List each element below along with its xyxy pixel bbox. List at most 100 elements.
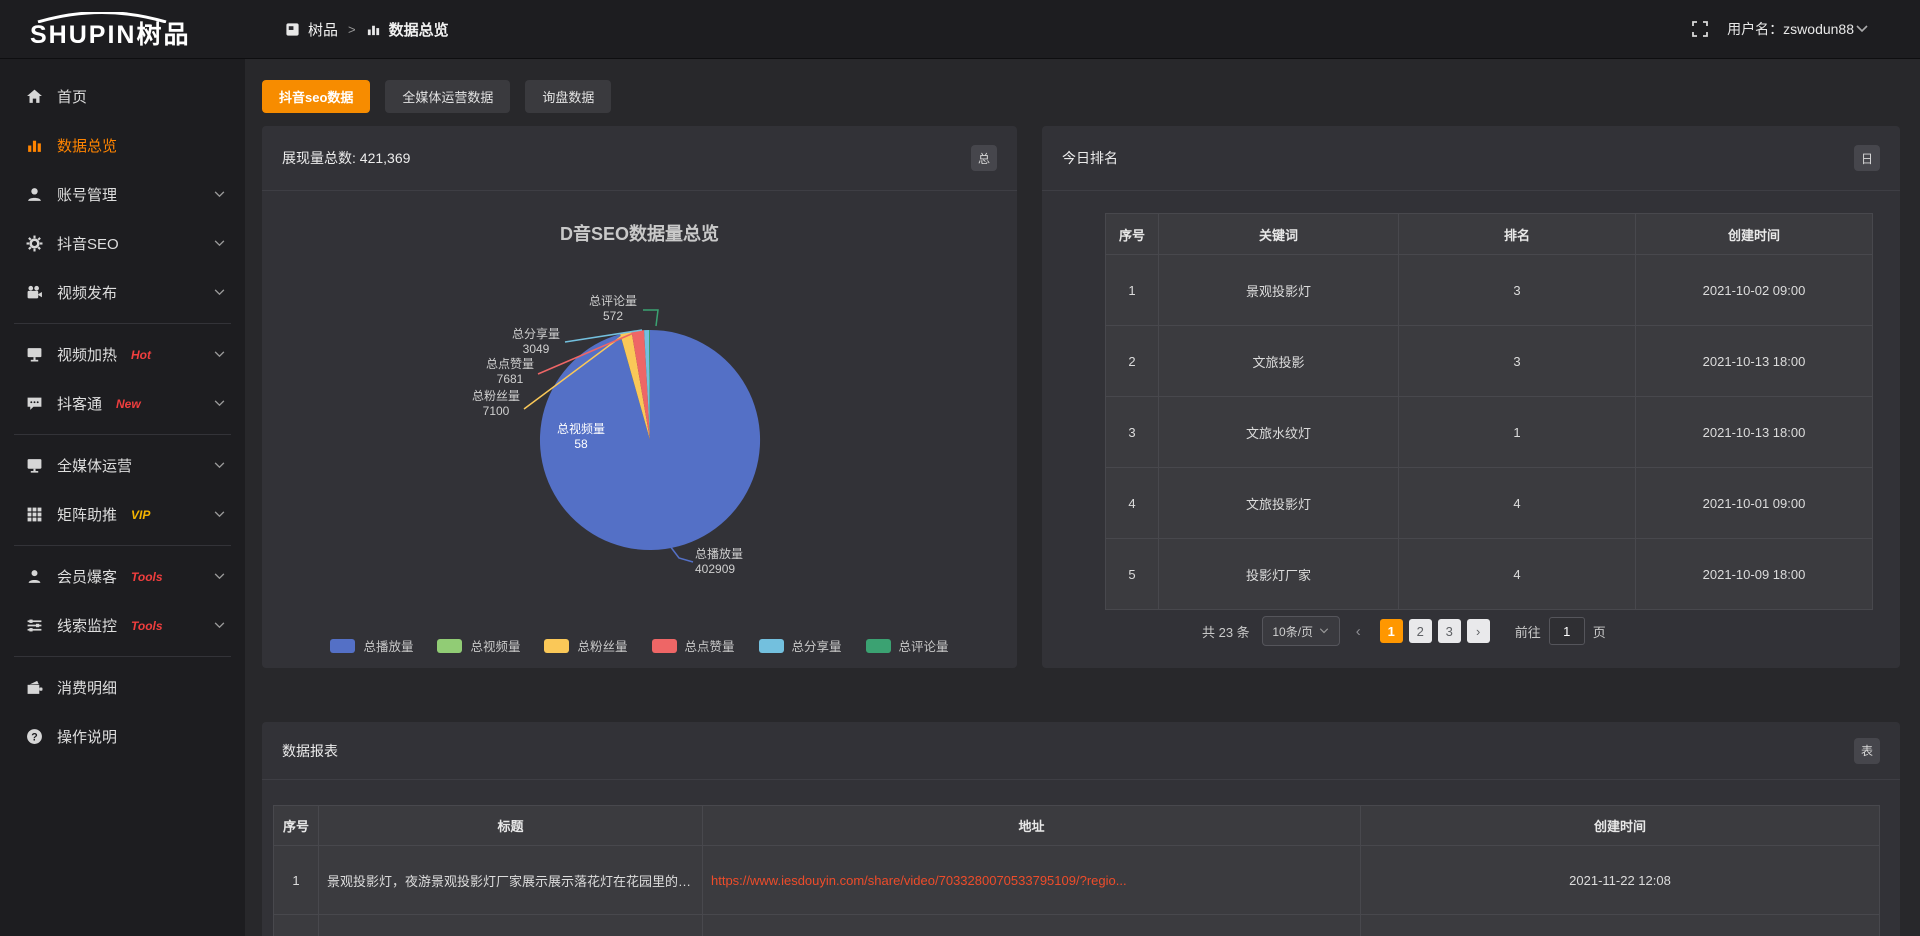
ranking-panel-title: 今日排名 <box>1062 148 1118 168</box>
username-label: 用户名： <box>1727 19 1783 39</box>
sidebar-nav: 首页 数据总览 账号管理 抖音SEO 视频发布 视频加热 Hot 抖客通 New… <box>0 58 245 936</box>
tab-inquiry-data[interactable]: 询盘数据 <box>525 80 611 113</box>
label-total-plays: 总播放量402909 <box>695 547 825 577</box>
legend-item-shares[interactable]: 总分享量 <box>759 636 842 655</box>
legend-swatch <box>759 639 784 653</box>
day-badge[interactable]: 日 <box>1854 145 1880 171</box>
sidebar-divider <box>14 545 231 546</box>
pagination: 共 23 条 10条/页 ‹ 1 2 3 › 前往 1 页 <box>1202 616 1606 646</box>
total-badge[interactable]: 总 <box>971 145 997 171</box>
page-button-1[interactable]: 1 <box>1380 619 1403 643</box>
table-row[interactable]: 5投影灯厂家 42021-10-09 18:00 <box>1106 539 1873 610</box>
sidebar-item-lead-monitor[interactable]: 线索监控 Tools <box>0 601 245 650</box>
table-row[interactable] <box>274 915 1880 936</box>
impressions-total: 展现量总数: 421,369 <box>282 148 410 168</box>
goto-label: 前往 <box>1515 622 1541 641</box>
report-panel-title: 数据报表 <box>282 741 338 761</box>
breadcrumb-root[interactable]: 树品 <box>308 19 338 40</box>
sidebar-item-home[interactable]: 首页 <box>0 72 245 121</box>
data-report-panel: 数据报表 表 序号标题 地址创建时间 1 景观投影灯，夜游景观投影灯厂家展示展示… <box>262 722 1900 936</box>
legend-item-plays[interactable]: 总播放量 <box>330 636 413 655</box>
pie-chart-title: D音SEO数据量总览 <box>262 220 1017 246</box>
page-button-2[interactable]: 2 <box>1409 619 1432 643</box>
hot-tag: Hot <box>131 348 151 362</box>
report-title-cell: 景观投影灯，夜游景观投影灯厂家展示展示落花灯在花园里的灯光投影应用效果 # <box>319 846 703 915</box>
table-header-row: 序号关键词 排名创建时间 <box>1106 214 1873 255</box>
svg-text:?: ? <box>31 731 37 743</box>
table-badge[interactable]: 表 <box>1854 738 1880 764</box>
sidebar-item-label: 操作说明 <box>57 726 117 747</box>
data-tabs: 抖音seo数据 全媒体运营数据 询盘数据 <box>262 80 611 113</box>
report-time-cell: 2021-11-22 12:08 <box>1361 846 1880 915</box>
logo-text: SHUPIN树品 <box>30 23 245 47</box>
sidebar-item-label: 视频加热 <box>57 344 117 365</box>
table-row[interactable]: 2文旅投影 32021-10-13 18:00 <box>1106 326 1873 397</box>
table-row[interactable]: 1景观投影灯 32021-10-02 09:00 <box>1106 255 1873 326</box>
home-icon <box>26 88 43 105</box>
sidebar-divider <box>14 434 231 435</box>
person-icon <box>26 568 43 585</box>
legend-item-videos[interactable]: 总视频量 <box>437 636 520 655</box>
sidebar-item-label: 抖客通 <box>57 393 102 414</box>
goto-page-input[interactable]: 1 <box>1549 617 1585 645</box>
page-button-3[interactable]: 3 <box>1438 619 1461 643</box>
top-header: SHUPIN树品 树品 > 数据总览 用户名： zswodun88 <box>0 0 1920 59</box>
sidebar-divider <box>14 656 231 657</box>
sidebar-item-member-burst[interactable]: 会员爆客 Tools <box>0 552 245 601</box>
app-logo: SHUPIN树品 <box>0 12 245 47</box>
table-row[interactable]: 3文旅水纹灯 12021-10-13 18:00 <box>1106 397 1873 468</box>
report-table: 序号标题 地址创建时间 1 景观投影灯，夜游景观投影灯厂家展示展示落花灯在花园里… <box>273 805 1880 936</box>
legend-item-comments[interactable]: 总评论量 <box>866 636 949 655</box>
today-ranking-panel: 今日排名 日 序号关键词 排名创建时间 1景观投影灯 32021-10-02 0… <box>1042 126 1900 668</box>
sidebar-item-doukeTong[interactable]: 抖客通 New <box>0 379 245 428</box>
tab-douyin-seo-data[interactable]: 抖音seo数据 <box>262 80 370 113</box>
sidebar-item-label: 抖音SEO <box>57 233 119 254</box>
chevron-down-icon <box>214 573 225 580</box>
sidebar-item-label: 消费明细 <box>57 677 117 698</box>
sidebar-item-label: 线索监控 <box>57 615 117 636</box>
gear-icon <box>26 235 43 252</box>
sidebar-item-consumption[interactable]: 消费明细 <box>0 663 245 712</box>
sidebar-item-label: 视频发布 <box>57 282 117 303</box>
table-row[interactable]: 1 景观投影灯，夜游景观投影灯厂家展示展示落花灯在花园里的灯光投影应用效果 # … <box>274 846 1880 915</box>
sidebar-item-account[interactable]: 账号管理 <box>0 170 245 219</box>
breadcrumb: 树品 > 数据总览 <box>285 19 449 40</box>
sidebar-item-douyin-seo[interactable]: 抖音SEO <box>0 219 245 268</box>
sidebar-item-data-overview[interactable]: 数据总览 <box>0 121 245 170</box>
tools-tag: Tools <box>131 619 163 633</box>
chat-bubble-icon <box>26 395 43 412</box>
legend-swatch <box>437 639 462 653</box>
video-link[interactable]: https://www.iesdouyin.com/share/video/70… <box>711 873 1127 888</box>
chevron-down-icon <box>214 622 225 629</box>
user-icon <box>26 186 43 203</box>
chevron-down-icon <box>214 462 225 469</box>
legend-item-likes[interactable]: 总点赞量 <box>652 636 735 655</box>
table-row[interactable]: 4文旅投影灯 42021-10-01 09:00 <box>1106 468 1873 539</box>
tab-omnimedia-data[interactable]: 全媒体运营数据 <box>385 80 510 113</box>
prev-page-button[interactable]: ‹ <box>1352 623 1365 640</box>
legend-swatch <box>544 639 569 653</box>
user-menu[interactable]: 用户名： zswodun88 <box>1727 19 1868 39</box>
username-value: zswodun88 <box>1783 21 1854 37</box>
fullscreen-icon[interactable] <box>1691 20 1709 38</box>
sidebar-item-video-publish[interactable]: 视频发布 <box>0 268 245 317</box>
sidebar-item-video-heat[interactable]: 视频加热 Hot <box>0 330 245 379</box>
chevron-down-icon <box>1319 628 1329 634</box>
page-size-select[interactable]: 10条/页 <box>1262 616 1340 646</box>
label-total-videos: 总视频量58 <box>529 422 633 452</box>
bar-chart-icon <box>366 22 381 37</box>
chevron-down-icon <box>214 289 225 296</box>
label-total-shares: 总分享量3049 <box>484 327 588 357</box>
question-circle-icon: ? <box>26 728 43 745</box>
pie-legend: 总播放量 总视频量 总粉丝量 总点赞量 总分享量 总评论量 <box>262 636 1017 655</box>
goto-unit: 页 <box>1593 622 1606 641</box>
next-page-button[interactable]: › <box>1467 619 1490 643</box>
chevron-down-icon <box>214 351 225 358</box>
monitor-icon <box>26 457 43 474</box>
sidebar-item-label: 数据总览 <box>57 135 117 156</box>
sidebar-item-matrix-boost[interactable]: 矩阵助推 VIP <box>0 490 245 539</box>
legend-item-fans[interactable]: 总粉丝量 <box>544 636 627 655</box>
sidebar-item-help[interactable]: ? 操作说明 <box>0 712 245 761</box>
sidebar-item-omnimedia[interactable]: 全媒体运营 <box>0 441 245 490</box>
pagination-total: 共 23 条 <box>1202 622 1250 641</box>
